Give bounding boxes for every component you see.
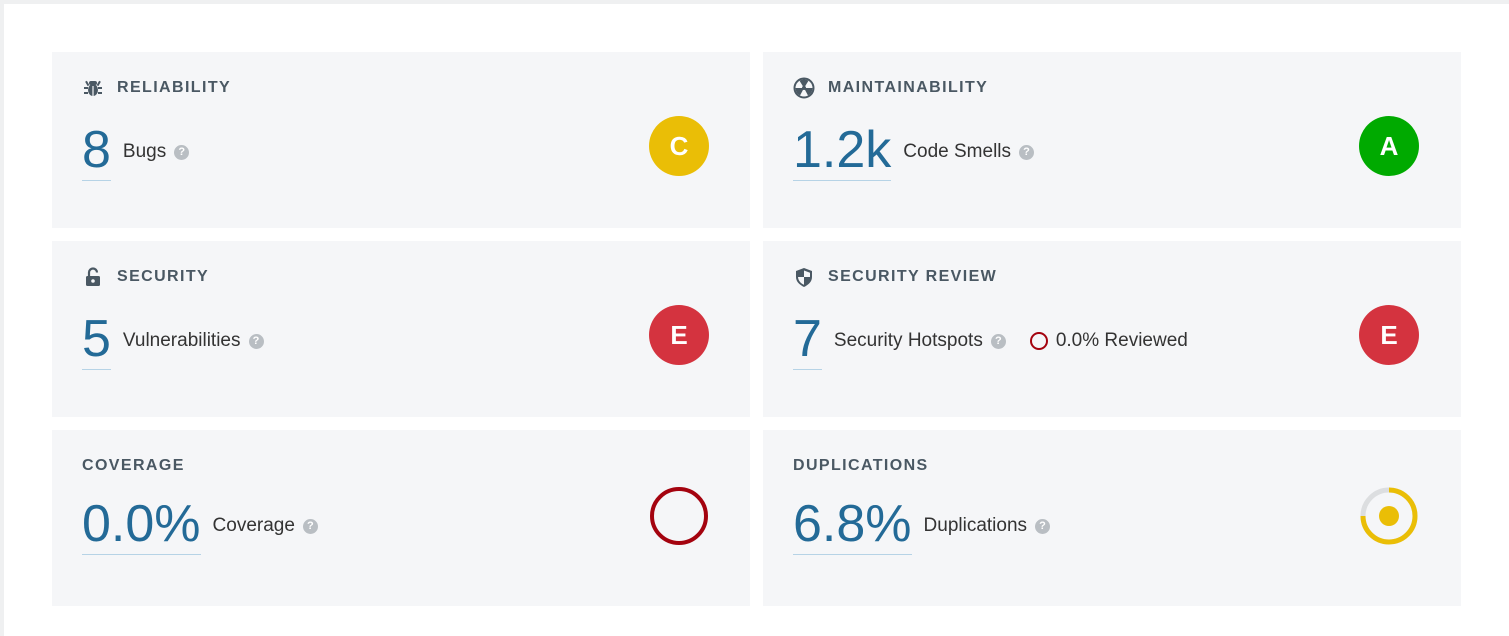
coverage-header: COVERAGE	[82, 456, 185, 476]
rating-letter: E	[670, 319, 688, 350]
bug-icon	[82, 77, 104, 99]
security-review-metric: 7 Security Hotspots ? 0.0% Reviewed	[793, 311, 1188, 370]
security-header: SECURITY	[82, 267, 209, 287]
security-rating-badge[interactable]: E	[649, 305, 709, 365]
card-title: MAINTAINABILITY	[828, 79, 989, 96]
duplications-metric: 6.8% Duplications ?	[793, 496, 1051, 555]
help-icon[interactable]: ?	[1035, 519, 1051, 534]
duplications-card: DUPLICATIONS 6.8% Duplications ?	[763, 430, 1461, 606]
unlock-icon	[82, 266, 104, 288]
vulnerabilities-count-link[interactable]: 5	[82, 311, 111, 370]
duplications-label: Duplications	[923, 514, 1028, 536]
help-icon[interactable]: ?	[174, 145, 190, 160]
card-title: SECURITY REVIEW	[828, 268, 998, 285]
coverage-card: COVERAGE 0.0% Coverage ?	[52, 430, 750, 606]
maintainability-metric: 1.2k Code Smells ?	[793, 122, 1035, 181]
card-title: RELIABILITY	[117, 79, 232, 96]
rating-letter: C	[669, 130, 689, 161]
rating-letter: E	[1380, 319, 1398, 350]
maintainability-rating-badge[interactable]: A	[1359, 116, 1419, 176]
hotspots-label: Security Hotspots	[833, 329, 983, 351]
card-title: SECURITY	[117, 268, 210, 285]
hotspots-reviewed[interactable]: 0.0% Reviewed	[1029, 329, 1188, 352]
reliability-metric: 8 Bugs ?	[82, 122, 190, 181]
reliability-header: RELIABILITY	[82, 78, 231, 98]
hotspots-count-link[interactable]: 7	[793, 311, 822, 370]
reliability-rating-badge[interactable]: C	[649, 116, 709, 176]
reviewed-percent: 0.0% Reviewed	[1055, 329, 1188, 351]
maintainability-card: MAINTAINABILITY 1.2k Code Smells ? A	[763, 52, 1461, 228]
help-icon[interactable]: ?	[990, 334, 1006, 349]
help-icon[interactable]: ?	[248, 334, 264, 349]
security-review-card: SECURITY REVIEW 7 Security Hotspots ? 0.…	[763, 241, 1461, 417]
code-smells-count-link[interactable]: 1.2k	[793, 122, 892, 181]
card-title: COVERAGE	[82, 457, 185, 474]
reviewed-ring-icon	[1029, 331, 1048, 350]
duplications-value-link[interactable]: 6.8%	[793, 496, 912, 555]
security-metric: 5 Vulnerabilities ?	[82, 311, 264, 370]
help-icon[interactable]: ?	[302, 519, 318, 534]
shield-icon	[793, 266, 815, 288]
vulnerabilities-label: Vulnerabilities	[122, 329, 241, 351]
duplications-header: DUPLICATIONS	[793, 456, 929, 476]
coverage-label: Coverage	[212, 514, 295, 536]
security-card: SECURITY 5 Vulnerabilities ? E	[52, 241, 750, 417]
coverage-donut-chart[interactable]	[648, 485, 710, 547]
coverage-metric: 0.0% Coverage ?	[82, 496, 318, 555]
security-review-rating-badge[interactable]: E	[1359, 305, 1419, 365]
duplications-donut-chart[interactable]	[1358, 485, 1420, 547]
security-review-header: SECURITY REVIEW	[793, 267, 997, 287]
coverage-value-link[interactable]: 0.0%	[82, 496, 201, 555]
maintainability-header: MAINTAINABILITY	[793, 77, 989, 99]
bugs-label: Bugs	[122, 140, 167, 162]
card-title: DUPLICATIONS	[793, 457, 929, 474]
radiation-icon	[793, 77, 815, 99]
bugs-count-link[interactable]: 8	[82, 122, 111, 181]
reliability-card: RELIABILITY 8 Bugs ? C	[52, 52, 750, 228]
rating-letter: A	[1379, 130, 1399, 161]
help-icon[interactable]: ?	[1019, 145, 1035, 160]
code-smells-label: Code Smells	[903, 140, 1012, 162]
